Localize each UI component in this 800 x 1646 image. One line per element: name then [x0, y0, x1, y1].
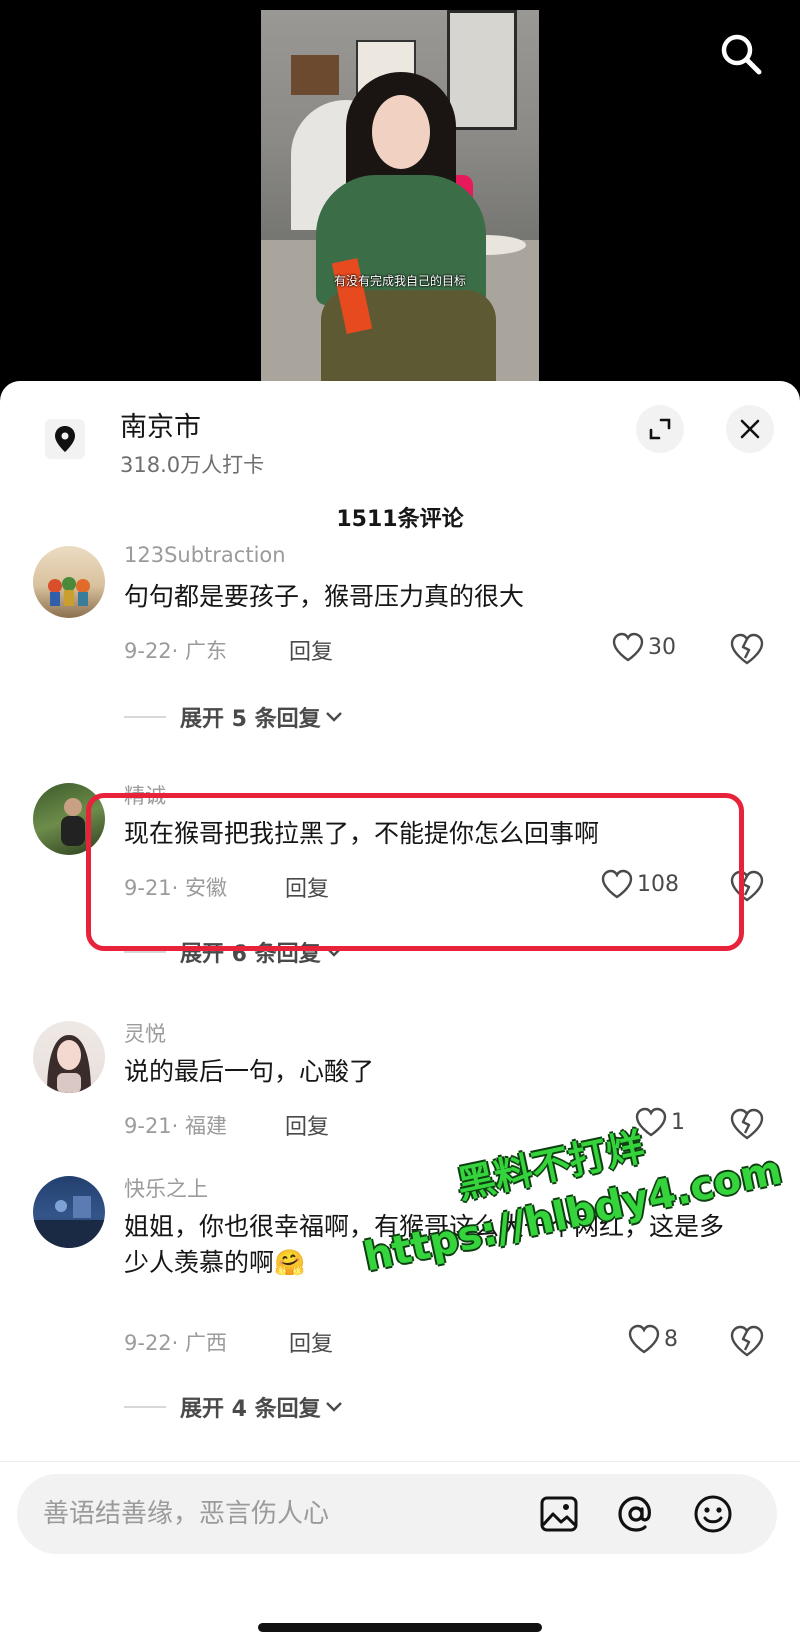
expand-divider [124, 951, 166, 953]
video-person-face [372, 95, 430, 169]
reply-button[interactable]: 回复 [289, 634, 333, 666]
comment-count: 1511条评论 [336, 507, 464, 532]
avatar[interactable] [33, 546, 105, 618]
comment-meta: 9-22· 广东 [124, 639, 228, 663]
comment-meta: 9-22· 广西 [124, 1331, 228, 1355]
dislike-heart-icon[interactable] [730, 1108, 764, 1140]
heart-icon [612, 632, 644, 662]
close-button[interactable] [726, 405, 774, 453]
highlight-box [86, 793, 744, 951]
dislike-heart-icon[interactable] [730, 1325, 764, 1357]
dislike-heart-icon[interactable] [730, 633, 764, 665]
at-icon[interactable] [614, 1492, 658, 1536]
comment-item: 灵悦 说的最后一句，心酸了 9-21· 福建 回复 1 [0, 1011, 800, 1151]
screen: 有没有完成我自己的目标 南京市 318.0万人打卡 1511条评论 123Sub… [0, 0, 800, 1646]
avatar[interactable] [33, 1021, 105, 1093]
comment-input[interactable] [43, 1474, 503, 1554]
expand-divider [124, 716, 166, 718]
location-pin-icon [45, 419, 85, 459]
video-frame-decor [447, 10, 517, 130]
like-button[interactable]: 30 [612, 632, 676, 662]
video-player[interactable]: 有没有完成我自己的目标 [261, 10, 539, 382]
expand-button[interactable] [636, 405, 684, 453]
location-title[interactable]: 南京市 [120, 405, 201, 444]
expand-label: 展开 5 条回复 [180, 707, 321, 732]
reply-button[interactable]: 回复 [285, 1109, 329, 1141]
comment-username[interactable]: 快乐之上 [124, 1173, 208, 1203]
comment-input-bar [17, 1474, 777, 1554]
comment-text: 句句都是要孩子，猴哥压力真的很大 [124, 582, 525, 611]
comment-item: 123Subtraction 句句都是要孩子，猴哥压力真的很大 9-22· 广东… [0, 536, 800, 736]
comment-username[interactable]: 灵悦 [124, 1018, 166, 1048]
chevron-down-icon [325, 1402, 342, 1412]
location-subtitle: 318.0万人打卡 [120, 453, 265, 477]
comment-sheet: 南京市 318.0万人打卡 1511条评论 123Subtraction 句句都… [0, 381, 800, 1646]
expand-replies-button[interactable]: 展开 4 条回复 [124, 1391, 343, 1423]
expand-divider [124, 1406, 166, 1408]
like-button[interactable]: 1 [635, 1107, 685, 1137]
chevron-down-icon [325, 712, 342, 722]
expand-replies-button[interactable]: 展开 5 条回复 [124, 701, 343, 733]
home-indicator[interactable] [258, 1623, 542, 1632]
heart-icon [628, 1324, 660, 1354]
like-count: 1 [671, 1109, 685, 1135]
search-icon[interactable] [717, 30, 765, 78]
comment-text: 说的最后一句，心酸了 [124, 1057, 375, 1086]
expand-label: 展开 4 条回复 [180, 1397, 321, 1422]
image-icon[interactable] [537, 1492, 581, 1536]
avatar[interactable] [33, 1176, 105, 1248]
emoji-icon[interactable] [691, 1492, 735, 1536]
like-count: 30 [648, 634, 676, 660]
like-button[interactable]: 8 [628, 1324, 678, 1354]
expand-icon [649, 418, 671, 440]
video-caption: 有没有完成我自己的目标 [333, 274, 466, 288]
close-icon [740, 419, 760, 439]
input-divider [0, 1461, 800, 1462]
comment-username[interactable]: 123Subtraction [124, 543, 286, 567]
reply-button[interactable]: 回复 [289, 1326, 333, 1358]
comment-meta: 9-21· 福建 [124, 1114, 228, 1138]
like-count: 8 [664, 1326, 678, 1352]
video-frame-decor [291, 55, 339, 95]
